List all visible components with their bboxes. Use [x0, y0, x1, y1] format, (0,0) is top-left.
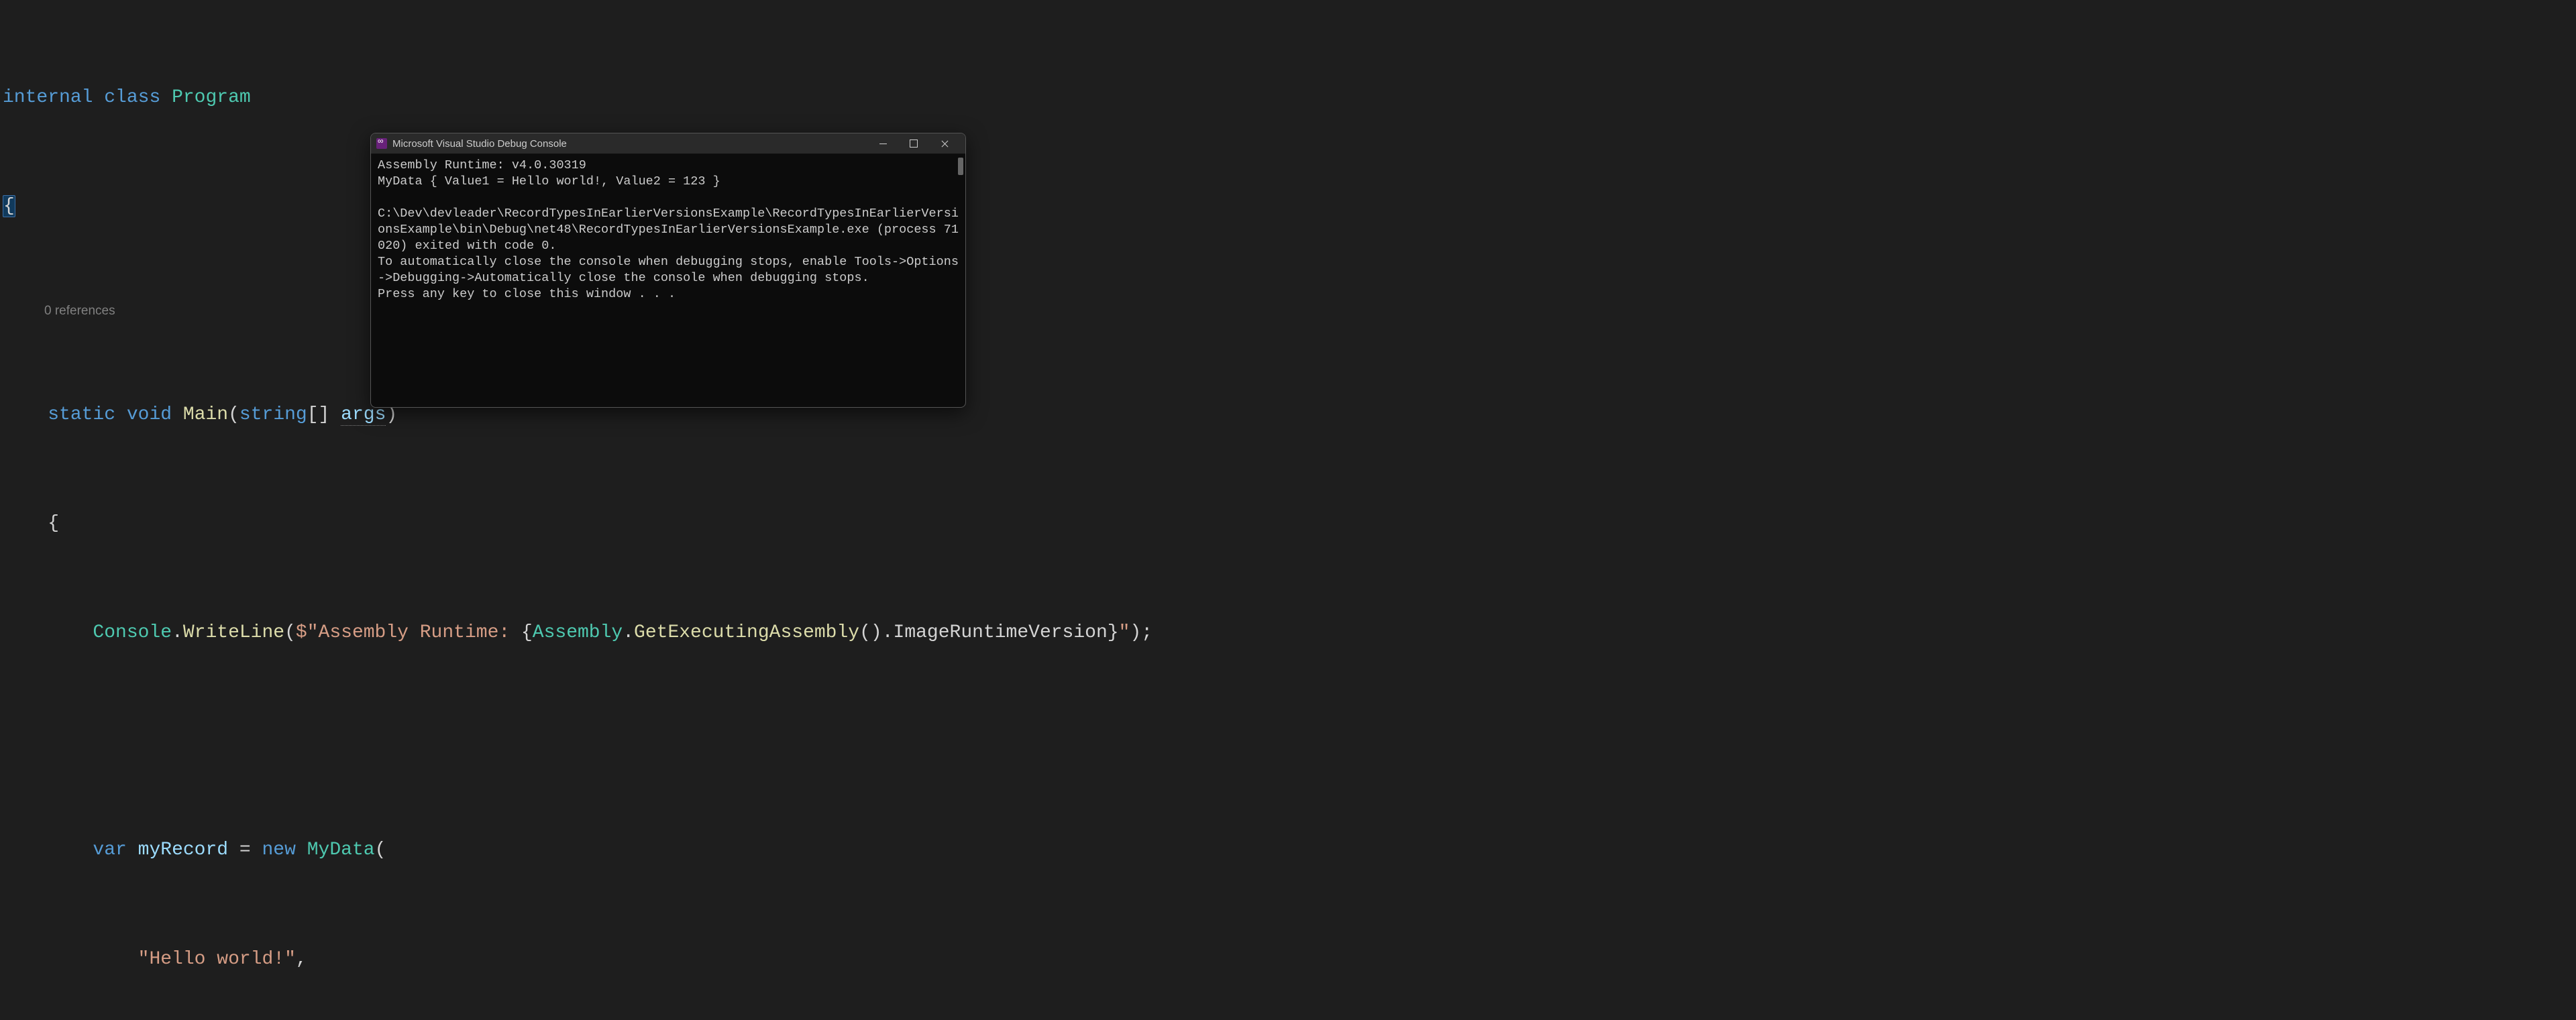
code-line: internal class Program: [3, 84, 2576, 112]
debug-console-window[interactable]: Microsoft Visual Studio Debug Console As…: [370, 133, 966, 408]
console-line: Assembly Runtime: v4.0.30319: [378, 158, 586, 172]
console-title: Microsoft Visual Studio Debug Console: [392, 138, 567, 150]
vs-app-icon: [376, 138, 387, 149]
console-scrollbar[interactable]: [958, 158, 963, 175]
console-output[interactable]: Assembly Runtime: v4.0.30319 MyData { Va…: [371, 154, 965, 407]
code-line: Console.WriteLine($"Assembly Runtime: {A…: [3, 620, 2576, 647]
console-line: Press any key to close this window . . .: [378, 287, 676, 301]
minimize-button[interactable]: [867, 133, 898, 154]
code-line: var myRecord = new MyData(: [3, 837, 2576, 864]
code-line: [3, 728, 2576, 756]
code-line: "Hello world!",: [3, 946, 2576, 974]
console-line: C:\Dev\devleader\RecordTypesInEarlierVer…: [378, 207, 959, 253]
console-line: To automatically close the console when …: [378, 255, 959, 285]
console-line: MyData { Value1 = Hello world!, Value2 =…: [378, 174, 720, 188]
code-line: {: [3, 510, 2576, 538]
maximize-button[interactable]: [898, 133, 929, 154]
console-titlebar[interactable]: Microsoft Visual Studio Debug Console: [371, 133, 965, 154]
close-button[interactable]: [929, 133, 960, 154]
